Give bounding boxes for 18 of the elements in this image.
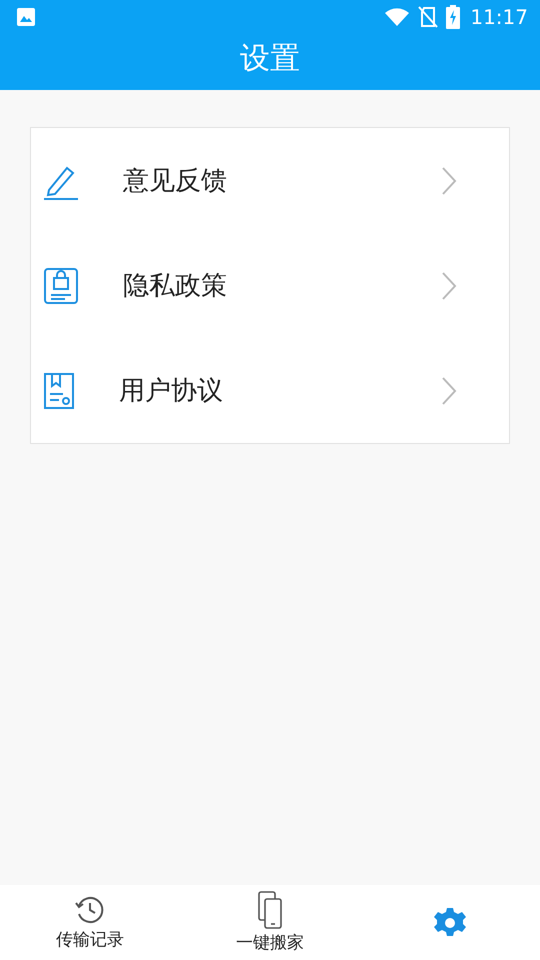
nav-tab[interactable]: 一键搬家 <box>180 885 360 960</box>
image-icon <box>16 7 36 27</box>
chevron-right-icon <box>441 376 457 406</box>
bookmark-document-icon <box>43 372 75 410</box>
lock-document-icon <box>43 266 79 304</box>
phones-icon <box>256 891 284 929</box>
settings-item[interactable]: 意见反馈 <box>31 128 509 233</box>
chevron-right-icon <box>441 166 457 196</box>
nav-tab[interactable]: 传输记录 <box>0 885 180 960</box>
battery-icon <box>446 5 460 29</box>
history-icon <box>74 894 106 926</box>
chevron-right-icon <box>441 270 457 300</box>
page-title: 设置 <box>239 40 301 78</box>
settings-item[interactable]: 用户协议 <box>31 338 509 443</box>
no-sim-icon <box>418 6 438 28</box>
settings-item[interactable]: 隐私政策 <box>31 233 509 338</box>
status-time: 11:17 <box>470 5 528 29</box>
wifi-icon <box>384 7 410 27</box>
